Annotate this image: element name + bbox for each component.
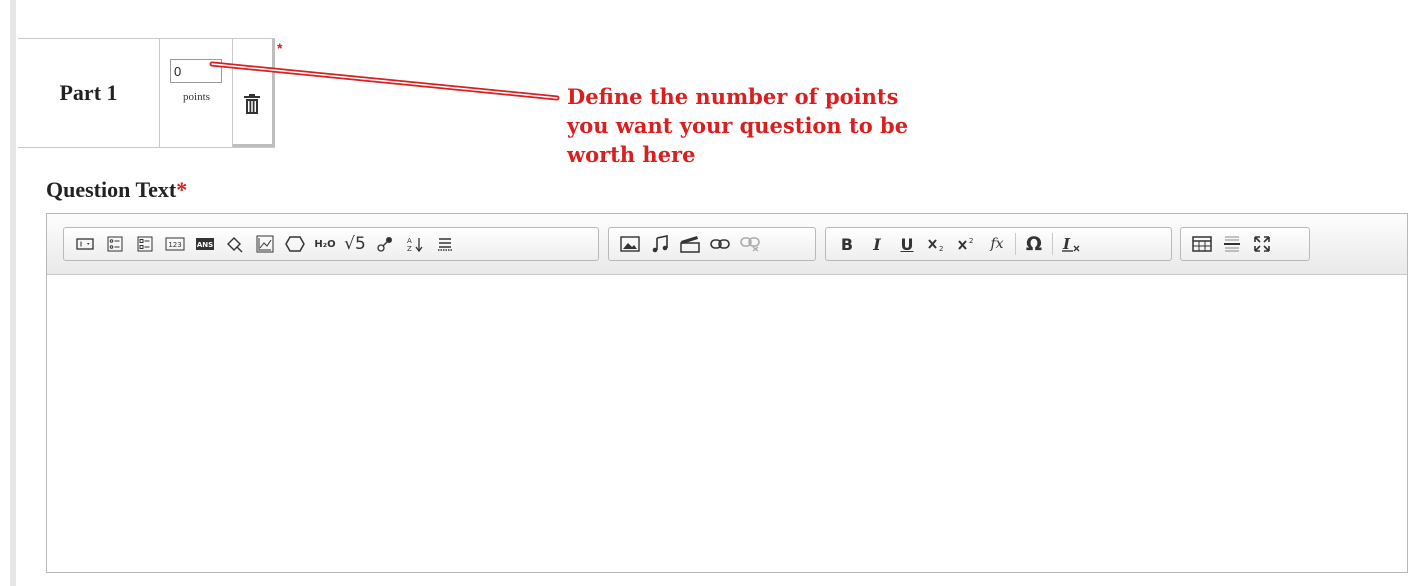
svg-text:123: 123 <box>168 241 181 249</box>
graph-icon[interactable] <box>250 230 280 258</box>
image-icon[interactable] <box>615 230 645 258</box>
question-text-heading: Question Text* <box>46 177 187 203</box>
svg-text:Z: Z <box>407 245 412 253</box>
matching-icon[interactable] <box>430 230 460 258</box>
superscript-icon[interactable]: 2 <box>952 230 982 258</box>
link-icon[interactable] <box>705 230 735 258</box>
points-cell: points <box>160 39 233 147</box>
table-icon[interactable] <box>1187 230 1217 258</box>
question-text-label: Question Text <box>46 177 177 202</box>
audio-icon[interactable] <box>645 230 675 258</box>
sort-icon[interactable]: AZ <box>400 230 430 258</box>
toolbar-group-formatting: B I U 2 2 fx Ω I <box>825 227 1172 261</box>
editor-content-area[interactable] <box>47 275 1407 572</box>
editor-toolbar: 123 ANS H₂O √5 AZ B I U 2 2 fx Ω I <box>47 214 1407 275</box>
checkbox-list-icon[interactable] <box>130 230 160 258</box>
points-required-marker: * <box>277 40 283 56</box>
svg-text:2: 2 <box>939 245 943 252</box>
textbox-icon[interactable] <box>70 230 100 258</box>
trash-icon[interactable] <box>243 93 261 115</box>
svg-text:ANS: ANS <box>197 241 213 249</box>
formula-icon[interactable]: fx <box>982 230 1012 258</box>
points-label: points <box>183 91 210 103</box>
molecule-icon[interactable] <box>370 230 400 258</box>
underline-icon[interactable]: U <box>892 230 922 258</box>
video-icon[interactable] <box>675 230 705 258</box>
special-char-icon[interactable]: Ω <box>1019 230 1049 258</box>
toolbar-group-media <box>608 227 816 261</box>
points-input[interactable] <box>170 59 222 83</box>
geometry-icon[interactable] <box>220 230 250 258</box>
unlink-icon[interactable] <box>735 230 765 258</box>
remove-format-icon[interactable]: I <box>1056 230 1086 258</box>
toolbar-separator <box>1052 233 1053 255</box>
subscript-icon[interactable]: 2 <box>922 230 952 258</box>
multiple-choice-icon[interactable] <box>100 230 130 258</box>
maximize-icon[interactable] <box>1247 230 1277 258</box>
numeric-icon[interactable]: 123 <box>160 230 190 258</box>
sqrt-icon[interactable]: √5 <box>340 230 370 258</box>
left-margin-rule <box>10 0 16 586</box>
toolbar-separator <box>1015 233 1016 255</box>
annotation-text: Define the number of points you want you… <box>567 84 909 167</box>
bold-icon[interactable]: B <box>832 230 862 258</box>
delete-cell <box>233 39 275 147</box>
toolbar-group-insert: 123 ANS H₂O √5 AZ <box>63 227 599 261</box>
italic-icon[interactable]: I <box>862 230 892 258</box>
chem-formula-icon[interactable]: H₂O <box>310 230 340 258</box>
answer-icon[interactable]: ANS <box>190 230 220 258</box>
question-text-required-marker: * <box>176 177 188 202</box>
part-label: Part 1 <box>18 39 160 147</box>
rich-text-editor: 123 ANS H₂O √5 AZ B I U 2 2 fx Ω I <box>46 213 1408 573</box>
part-header: Part 1 points <box>18 38 275 148</box>
horizontal-rule-icon[interactable] <box>1217 230 1247 258</box>
toolbar-group-layout <box>1180 227 1310 261</box>
svg-text:A: A <box>407 237 412 245</box>
hexagon-icon[interactable] <box>280 230 310 258</box>
svg-text:2: 2 <box>969 237 973 245</box>
